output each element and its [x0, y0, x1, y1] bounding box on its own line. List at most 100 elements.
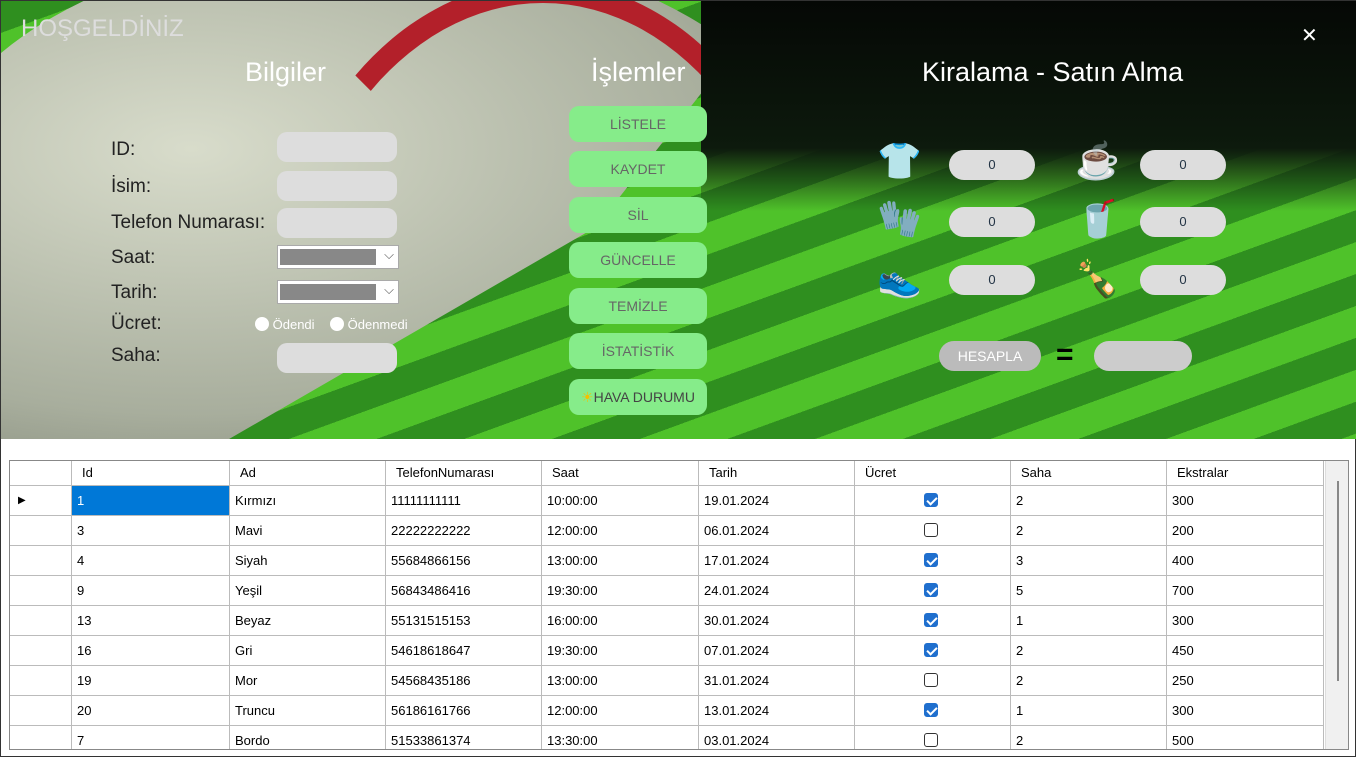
- table-cell: 1: [72, 486, 230, 515]
- fee-checkbox[interactable]: [924, 523, 938, 537]
- table-row[interactable]: 13 Beyaz 55131515153 16:00:00 30.01.2024 1 300: [10, 606, 1324, 636]
- table-cell: 16: [72, 636, 230, 665]
- table-cell: 2: [1011, 636, 1167, 665]
- close-button[interactable]: ✕: [1301, 23, 1318, 48]
- fee-checkbox[interactable]: [924, 493, 938, 507]
- unpaid-label: Ödenmedi: [347, 317, 408, 332]
- table-cell: 19:30:00: [542, 636, 699, 665]
- table-row[interactable]: 16 Gri 54618618647 19:30:00 07.01.2024 2 450: [10, 636, 1324, 666]
- table-cell: 19:30:00: [542, 576, 699, 605]
- table-cell: 24.01.2024: [699, 576, 855, 605]
- fee-checkbox[interactable]: [924, 583, 938, 597]
- row-header[interactable]: [10, 666, 72, 695]
- table-row[interactable]: 19 Mor 54568435186 13:00:00 31.01.2024 2 250: [10, 666, 1324, 696]
- fee-checkbox[interactable]: [924, 613, 938, 627]
- column-header[interactable]: Saha: [1011, 461, 1167, 485]
- field-input[interactable]: [277, 343, 397, 373]
- clear-button[interactable]: TEMİZLE: [569, 288, 707, 324]
- table-cell: [855, 516, 1011, 545]
- table-cell: 300: [1167, 696, 1324, 725]
- shoe-icon: 👟: [877, 258, 922, 299]
- row-header[interactable]: [10, 696, 72, 725]
- shoe-count[interactable]: 0: [949, 265, 1035, 295]
- field-label: Saha:: [111, 345, 161, 366]
- table-cell: 400: [1167, 546, 1324, 575]
- row-header[interactable]: [10, 546, 72, 575]
- reservations-table[interactable]: Id Ad TelefonNumarası Saat Tarih Ücret Saha Eks…: [9, 460, 1349, 750]
- name-input[interactable]: [277, 171, 397, 201]
- vertical-scrollbar[interactable]: [1325, 461, 1348, 749]
- gloves-count[interactable]: 0: [949, 207, 1035, 237]
- list-button[interactable]: LİSTELE: [569, 106, 707, 142]
- paid-radio[interactable]: Ödendi: [255, 317, 315, 332]
- table-cell: 19.01.2024: [699, 486, 855, 515]
- column-header[interactable]: Saat: [542, 461, 699, 485]
- table-cell: Bordo: [230, 726, 386, 749]
- time-select[interactable]: ⌵: [277, 245, 399, 269]
- info-heading: Bilgiler: [245, 57, 327, 87]
- table-cell: 2: [1011, 486, 1167, 515]
- row-header[interactable]: [10, 516, 72, 545]
- water-count[interactable]: 0: [1140, 207, 1226, 237]
- id-input[interactable]: [277, 132, 397, 162]
- unpaid-radio[interactable]: Ödenmedi: [330, 317, 408, 332]
- weather-button[interactable]: ☀HAVA DURUMU: [569, 379, 707, 415]
- save-button[interactable]: KAYDET: [569, 151, 707, 187]
- table-row[interactable]: ▶ 1 Kırmızı 11111111111 10:00:00 19.01.2024 2 3…: [10, 486, 1324, 516]
- table-cell: 13:00:00: [542, 546, 699, 575]
- fee-checkbox[interactable]: [924, 733, 938, 747]
- row-header[interactable]: [10, 636, 72, 665]
- row-header[interactable]: ▶: [10, 486, 72, 515]
- table-cell: 13:00:00: [542, 666, 699, 695]
- sun-icon: ☀: [581, 389, 594, 405]
- table-cell: Beyaz: [230, 606, 386, 635]
- table-cell: [855, 546, 1011, 575]
- table-cell: 2: [1011, 726, 1167, 749]
- table-row[interactable]: 4 Siyah 55684866156 13:00:00 17.01.2024 3 400: [10, 546, 1324, 576]
- row-header[interactable]: [10, 576, 72, 605]
- table-cell: 13.01.2024: [699, 696, 855, 725]
- column-header[interactable]: Tarih: [699, 461, 855, 485]
- table-cell: 31.01.2024: [699, 666, 855, 695]
- soda-count[interactable]: 0: [1140, 265, 1226, 295]
- table-cell: Mor: [230, 666, 386, 695]
- fee-label: Ücret:: [111, 313, 162, 334]
- table-cell: 03.01.2024: [699, 726, 855, 749]
- date-picker[interactable]: ⌵: [277, 280, 399, 304]
- fee-checkbox[interactable]: [924, 673, 938, 687]
- tea-count[interactable]: 0: [1140, 150, 1226, 180]
- update-button[interactable]: GÜNCELLE: [569, 242, 707, 278]
- row-header[interactable]: [10, 726, 72, 749]
- table-cell: Yeşil: [230, 576, 386, 605]
- name-label: İsim:: [111, 176, 152, 197]
- delete-button[interactable]: SİL: [569, 197, 707, 233]
- column-header[interactable]: Ad: [230, 461, 386, 485]
- table-cell: 16:00:00: [542, 606, 699, 635]
- fee-checkbox[interactable]: [924, 553, 938, 567]
- table-cell: [855, 636, 1011, 665]
- column-header[interactable]: TelefonNumarası: [386, 461, 542, 485]
- jersey-count[interactable]: 0: [949, 150, 1035, 180]
- fee-checkbox[interactable]: [924, 703, 938, 717]
- fee-checkbox[interactable]: [924, 643, 938, 657]
- table-cell: 55684866156: [386, 546, 542, 575]
- table-cell: [855, 486, 1011, 515]
- column-header[interactable]: Id: [72, 461, 230, 485]
- weather-label: HAVA DURUMU: [593, 389, 695, 405]
- table-row[interactable]: 3 Mavi 22222222222 12:00:00 06.01.2024 2 200: [10, 516, 1324, 546]
- phone-input[interactable]: [277, 208, 397, 238]
- table-cell: 1: [1011, 606, 1167, 635]
- rent-heading: Kiralama - Satın Alma: [922, 57, 1184, 87]
- calculate-button[interactable]: HESAPLA: [939, 341, 1041, 371]
- row-header[interactable]: [10, 606, 72, 635]
- table-row[interactable]: 7 Bordo 51533861374 13:30:00 03.01.2024 2 500: [10, 726, 1324, 749]
- table-cell: 2: [1011, 666, 1167, 695]
- table-cell: [855, 726, 1011, 749]
- statistics-button[interactable]: İSTATİSTİK: [569, 333, 707, 369]
- table-row[interactable]: 20 Truncu 56186161766 12:00:00 13.01.2024 1 30…: [10, 696, 1324, 726]
- paid-label: Ödendi: [272, 317, 315, 332]
- table-cell: [855, 696, 1011, 725]
- column-header[interactable]: Ücret: [855, 461, 1011, 485]
- table-row[interactable]: 9 Yeşil 56843486416 19:30:00 24.01.2024 5 700: [10, 576, 1324, 606]
- column-header[interactable]: Ekstralar: [1167, 461, 1324, 485]
